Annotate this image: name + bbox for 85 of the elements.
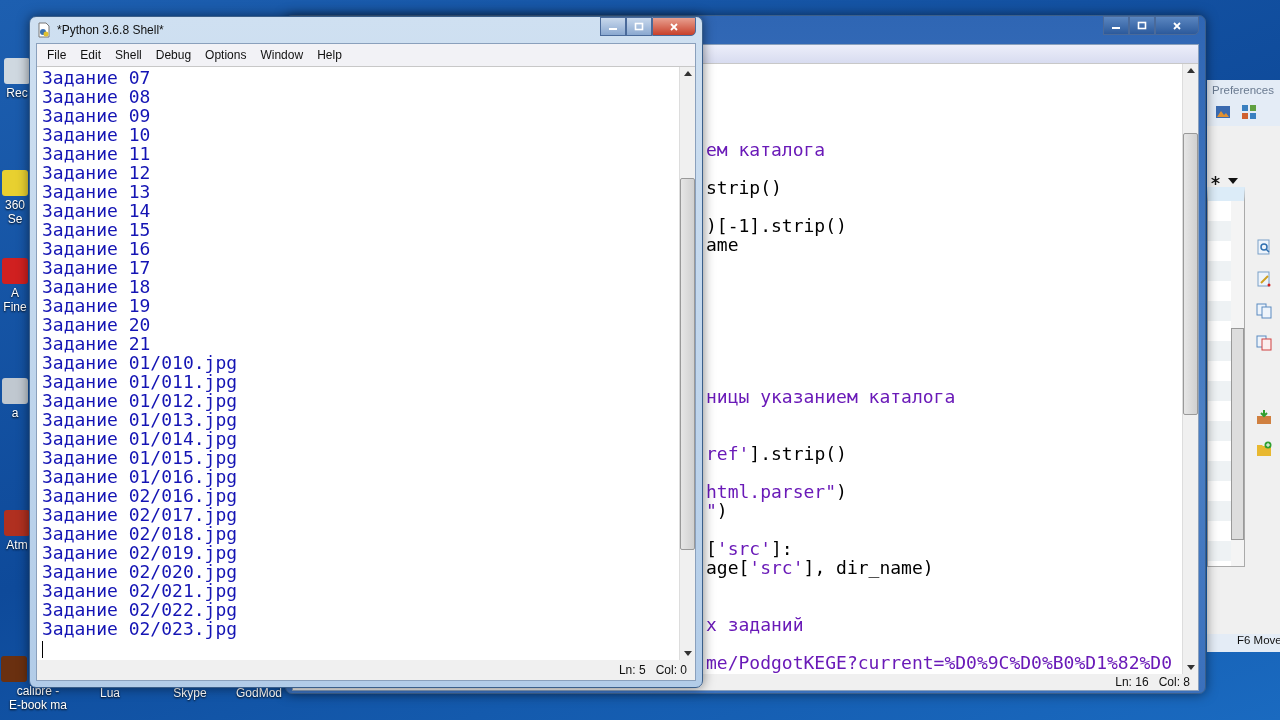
column-number-status: Col: 0 xyxy=(655,663,687,677)
scroll-down-arrow-icon[interactable] xyxy=(1186,665,1195,670)
output-line: Задание 21 xyxy=(42,333,151,354)
close-button[interactable] xyxy=(1155,16,1199,35)
scrollbar[interactable] xyxy=(679,67,695,660)
menu-item[interactable]: Shell xyxy=(109,48,150,62)
desktop-icon-label: a xyxy=(11,406,19,420)
desktop-icon-label: Lua xyxy=(100,686,120,700)
minimize-icon xyxy=(1112,27,1120,29)
desktop-shortcut-icon[interactable] xyxy=(4,58,30,84)
edit-icon[interactable] xyxy=(1256,271,1272,287)
window-title: *Python 3.6.8 Shell* xyxy=(57,23,164,37)
desktop-icon-label: E-book ma xyxy=(9,698,67,712)
maximize-icon xyxy=(634,21,644,32)
desktop-icon-label: Fine xyxy=(3,300,27,314)
output-line: Задание 15 xyxy=(42,219,151,240)
python-file-icon xyxy=(36,22,52,38)
output-line: Задание 13 xyxy=(42,181,151,202)
copy-icon[interactable] xyxy=(1256,335,1272,351)
folder-add-icon[interactable] xyxy=(1256,441,1272,457)
download-icon[interactable] xyxy=(1256,409,1272,425)
code-line: strip() xyxy=(706,177,782,198)
code-line: )[-1].strip() xyxy=(706,215,847,236)
output-line: Задание 09 xyxy=(42,105,151,126)
close-icon xyxy=(669,21,679,32)
output-line: Задание 08 xyxy=(42,86,151,107)
menu-item[interactable]: File xyxy=(41,48,75,62)
close-icon xyxy=(1172,20,1182,31)
menu-item[interactable]: Options xyxy=(199,48,255,62)
menu-item[interactable]: Help xyxy=(311,48,350,62)
asterisk-icon[interactable] xyxy=(1211,176,1220,185)
output-line: Задание 20 xyxy=(42,314,151,335)
line-number-status: Ln: 5 xyxy=(618,663,646,677)
code-line: ['src']: xyxy=(706,538,793,559)
output-line: Задание 07 xyxy=(42,67,151,88)
code-line: ref'].strip() xyxy=(706,443,847,464)
output-line: Задание 14 xyxy=(42,200,151,221)
code-line: ") xyxy=(706,500,728,521)
output-line: Задание 18 xyxy=(42,276,151,297)
output-line: Задание 12 xyxy=(42,162,151,183)
minimize-button[interactable] xyxy=(600,17,626,36)
maximize-icon xyxy=(1137,20,1147,31)
scrollbar[interactable] xyxy=(1182,64,1198,674)
desktop-icon-label: calibre - xyxy=(16,684,60,698)
column-number-status: Col: 8 xyxy=(1158,675,1190,689)
maximize-button[interactable] xyxy=(1129,16,1155,35)
code-line: age['src'], dir_name) xyxy=(706,557,934,578)
menu-item[interactable]: Debug xyxy=(149,48,200,62)
menu-item[interactable]: Edit xyxy=(74,48,110,62)
code-line: me/PodgotKEGE?current=%D0%9C%D0%B0%D1%82%D0 xyxy=(706,652,1172,673)
code-line: html.parser") xyxy=(706,481,847,502)
code-line: х заданий xyxy=(706,614,804,635)
output-line: Задание 10 xyxy=(42,124,151,145)
search-icon[interactable] xyxy=(1256,239,1272,255)
scroll-down-arrow-icon[interactable] xyxy=(683,651,692,656)
desktop-icon-label: Se xyxy=(7,212,23,226)
output-line: Задание 11 xyxy=(42,143,151,164)
desktop-icon-label: A xyxy=(11,286,19,300)
maximize-button[interactable] xyxy=(626,17,652,36)
desktop-icon-label: 360 xyxy=(5,198,25,212)
window-title: Preferences xyxy=(1211,83,1275,96)
scroll-up-arrow-icon[interactable] xyxy=(1186,68,1195,73)
scrollbar[interactable] xyxy=(1231,201,1244,566)
output-line: Задание 17 xyxy=(42,257,151,278)
output-line: Задание 16 xyxy=(42,238,151,259)
close-button[interactable] xyxy=(652,17,696,36)
code-line: ame xyxy=(706,234,739,255)
desktop-icon-label: Atm xyxy=(6,538,28,552)
picture-icon[interactable] xyxy=(1215,104,1231,120)
copy-icon[interactable] xyxy=(1256,303,1272,319)
desktop-icon-label: Skype xyxy=(173,686,207,700)
dropdown-arrow-icon[interactable] xyxy=(1228,177,1238,184)
minimize-button[interactable] xyxy=(1103,16,1129,35)
desktop-icon-label: GodMod xyxy=(236,686,282,700)
minimize-icon xyxy=(609,28,617,30)
output-line: Задание 01/010.jpg xyxy=(42,352,238,373)
text-caret xyxy=(42,640,43,658)
grid-icon[interactable] xyxy=(1241,104,1257,120)
scroll-up-arrow-icon[interactable] xyxy=(683,71,692,76)
line-number-status: Ln: 16 xyxy=(1115,675,1149,689)
output-line: Задание 19 xyxy=(42,295,151,316)
code-line: ницы указанием каталога xyxy=(706,386,956,407)
desktop-icon-label: Rec xyxy=(6,86,28,100)
menu-item[interactable]: Window xyxy=(254,48,312,62)
code-line: ем каталога xyxy=(706,139,826,160)
